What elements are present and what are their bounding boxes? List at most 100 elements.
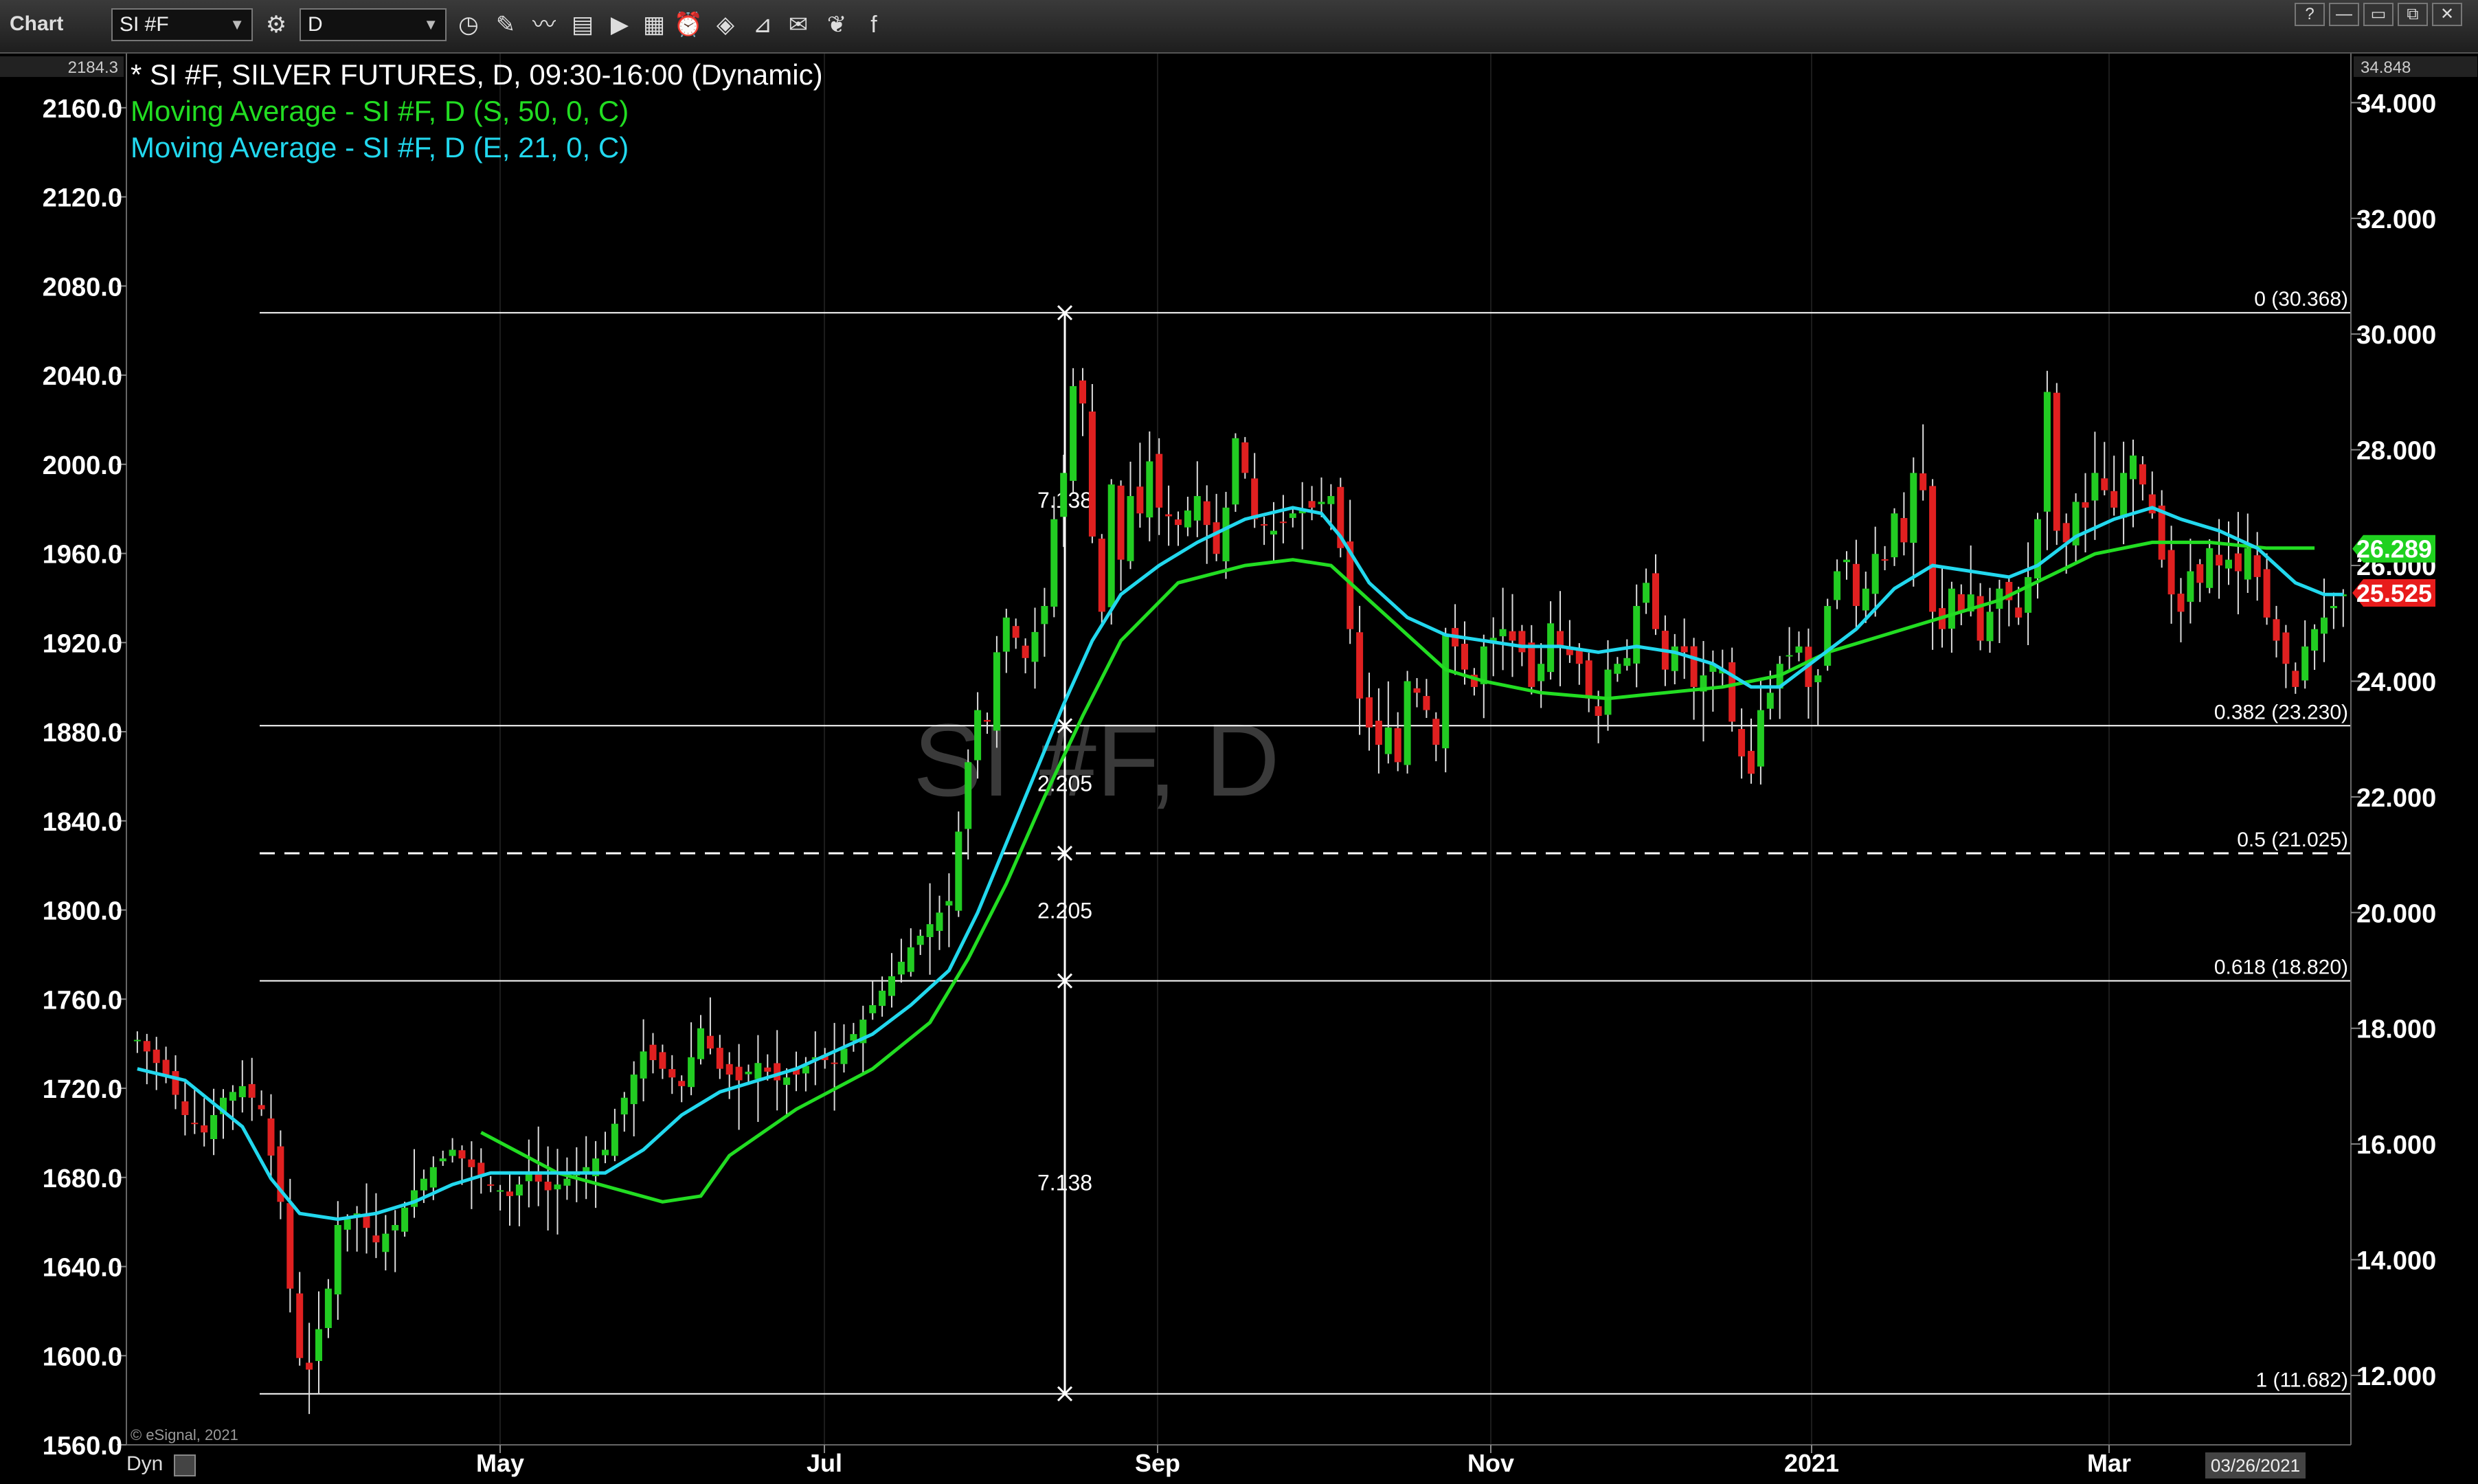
candle-body[interactable] [1117, 485, 1125, 560]
candle-body[interactable] [2177, 594, 2185, 612]
candle-body[interactable] [1862, 588, 1869, 611]
candle-body[interactable] [468, 1159, 475, 1167]
chevron-down-icon[interactable]: ▼ [423, 10, 438, 40]
candle-body[interactable] [1633, 606, 1641, 664]
symbol-input[interactable]: SI #F ▼ [111, 8, 253, 41]
candle-body[interactable] [515, 1184, 523, 1196]
candle-body[interactable] [1795, 646, 1803, 653]
candle-body[interactable] [1241, 442, 1249, 473]
scale-toggle-icon[interactable] [174, 1454, 196, 1476]
candle-body[interactable] [544, 1181, 552, 1191]
candle-body[interactable] [1614, 664, 1621, 674]
candle-body[interactable] [697, 1028, 704, 1059]
candle-body[interactable] [2321, 617, 2328, 634]
candle-body[interactable] [965, 762, 972, 829]
candle-body[interactable] [1891, 513, 1898, 558]
candle-body[interactable] [1156, 453, 1163, 508]
candle-body[interactable] [2091, 473, 2099, 501]
candle-body[interactable] [716, 1048, 723, 1069]
minimize-pane-button[interactable]: — [2329, 3, 2359, 26]
candle-body[interactable] [1680, 646, 1688, 653]
candle-body[interactable] [238, 1086, 246, 1098]
pencil-icon[interactable]: ✎ [491, 10, 521, 40]
candle-body[interactable] [1604, 669, 1612, 715]
candle-body[interactable] [936, 912, 943, 931]
candle-body[interactable] [1623, 657, 1631, 666]
candle-body[interactable] [2263, 569, 2271, 618]
candle-body[interactable] [1279, 521, 1287, 524]
candle-body[interactable] [1738, 729, 1746, 756]
candle-body[interactable] [1136, 486, 1144, 514]
chat-icon[interactable]: ✉ [783, 10, 813, 40]
candle-body[interactable] [181, 1101, 189, 1116]
candle-body[interactable] [1900, 517, 1908, 543]
candle-body[interactable] [1213, 522, 1220, 554]
candle-body[interactable] [172, 1071, 179, 1095]
candle-body[interactable] [1881, 559, 1889, 561]
alert-icon[interactable]: ⏰ [673, 10, 703, 40]
candle-body[interactable] [1175, 519, 1182, 526]
candle-body[interactable] [706, 1035, 714, 1049]
candle-body[interactable] [774, 1063, 781, 1081]
candle-body[interactable] [1222, 507, 1230, 562]
candle-body[interactable] [869, 1005, 877, 1013]
candle-body[interactable] [420, 1178, 427, 1191]
candle-body[interactable] [1461, 644, 1468, 670]
candle-body[interactable] [2301, 646, 2309, 681]
candle-body[interactable] [2282, 632, 2290, 664]
candle-body[interactable] [1041, 606, 1048, 625]
candle-body[interactable] [2110, 491, 2118, 508]
candle-body[interactable] [2034, 519, 2041, 578]
candle-body[interactable] [1107, 484, 1115, 607]
candle-body[interactable] [1002, 617, 1010, 652]
candle-body[interactable] [1079, 380, 1086, 404]
candle-body[interactable] [1261, 524, 1268, 526]
candle-body[interactable] [1834, 571, 1841, 600]
candle-body[interactable] [1289, 513, 1296, 518]
candle-body[interactable] [306, 1362, 313, 1370]
candle-body[interactable] [1843, 559, 1850, 563]
candle-body[interactable] [688, 1057, 695, 1088]
candle-body[interactable] [1766, 693, 1774, 709]
candle-body[interactable] [2101, 478, 2108, 491]
candle-body[interactable] [1127, 496, 1134, 561]
candle-body[interactable] [1384, 727, 1392, 754]
candle-body[interactable] [783, 1077, 791, 1086]
candle-body[interactable] [1757, 710, 1764, 767]
candle-body[interactable] [1976, 596, 1984, 641]
candle-body[interactable] [1585, 660, 1592, 699]
quote-icon[interactable]: ▤ [567, 10, 598, 40]
candle-body[interactable] [668, 1069, 676, 1078]
candle-body[interactable] [2196, 564, 2204, 583]
candle-body[interactable] [630, 1075, 638, 1105]
candle-body[interactable] [334, 1225, 341, 1295]
candle-body[interactable] [1643, 583, 1650, 603]
candle-body[interactable] [411, 1190, 418, 1207]
time-sales-icon[interactable]: ▦ [639, 10, 669, 40]
candle-body[interactable] [1318, 502, 1325, 504]
restore-button[interactable]: ⧉ [2398, 3, 2428, 26]
candle-body[interactable] [620, 1097, 628, 1115]
candle-body[interactable] [372, 1235, 380, 1243]
candle-body[interactable] [888, 976, 895, 996]
candle-body[interactable] [974, 710, 982, 761]
candle-body[interactable] [1509, 631, 1516, 641]
candle-body[interactable] [1748, 750, 1755, 774]
candle-body[interactable] [659, 1052, 666, 1069]
filter-icon[interactable]: ⊿ [747, 10, 778, 40]
candle-body[interactable] [984, 719, 991, 722]
tag-icon[interactable]: ◈ [710, 10, 741, 40]
candle-body[interactable] [1308, 501, 1316, 508]
candle-body[interactable] [2234, 553, 2242, 572]
candle-body[interactable] [296, 1293, 304, 1358]
candle-body[interactable] [429, 1167, 437, 1188]
candle-body[interactable] [1165, 514, 1173, 517]
candle-body[interactable] [2082, 502, 2089, 508]
candle-body[interactable] [897, 961, 905, 975]
candle-body[interactable] [1184, 510, 1191, 528]
candle-body[interactable] [143, 1041, 150, 1052]
candle-body[interactable] [649, 1044, 657, 1061]
candle-body[interactable] [382, 1233, 390, 1252]
candle-body[interactable] [1671, 646, 1678, 671]
candle-body[interactable] [831, 1062, 838, 1064]
